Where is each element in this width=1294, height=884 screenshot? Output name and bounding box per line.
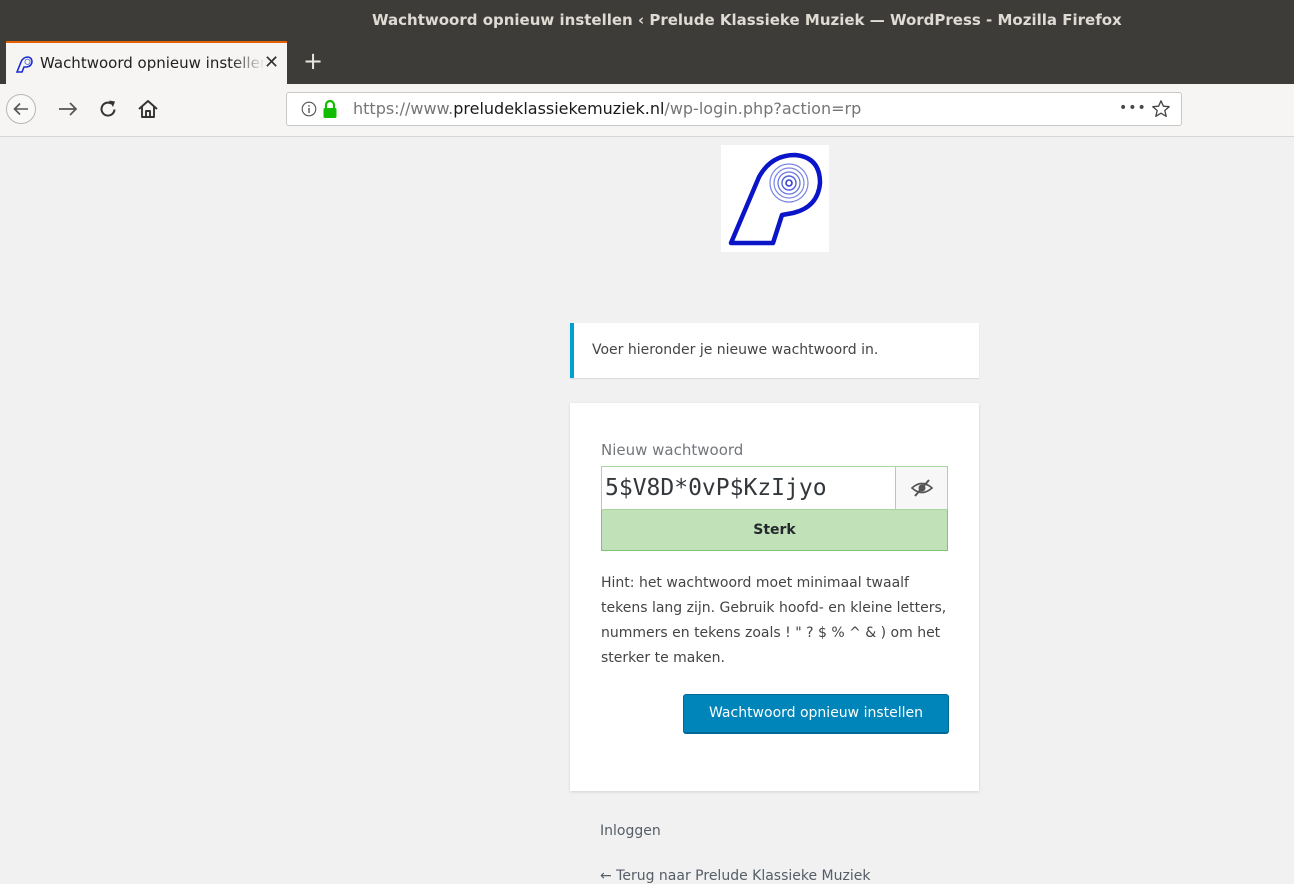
page-actions-icon[interactable]: ••• [1119, 93, 1147, 123]
prelude-logo [728, 152, 823, 246]
back-to-site-link[interactable]: ← Terug naar Prelude Klassieke Muziek [600, 868, 870, 884]
home-icon[interactable] [136, 97, 160, 121]
login-link[interactable]: Inloggen [600, 823, 661, 839]
navigation-toolbar: https://www.preludeklassiekemuziek.nl/wp… [0, 84, 1294, 137]
password-strength-indicator: Sterk [601, 510, 948, 551]
url-path: /wp-login.php?action=rp [664, 99, 862, 118]
message-text: Voer hieronder je nieuwe wachtwoord in. [592, 342, 879, 358]
url-domain: preludeklassiekemuziek.nl [453, 99, 665, 118]
hide-password-button[interactable] [895, 466, 948, 510]
close-icon[interactable]: ✕ [264, 43, 279, 83]
lock-icon[interactable] [321, 99, 339, 119]
tab-title: Wachtwoord opnieuw instellen ‹ Prelude K… [40, 54, 265, 72]
password-hint: Hint: het wachtwoord moet minimaal twaal… [601, 575, 947, 666]
address-bar[interactable]: https://www.preludeklassiekemuziek.nl/wp… [286, 92, 1182, 126]
password-input[interactable]: 5$V8D*0vP$KzIjyo [601, 466, 895, 510]
bookmark-star-icon[interactable] [1151, 99, 1171, 119]
window-title: Wachtwoord opnieuw instellen ‹ Prelude K… [372, 11, 1122, 29]
site-logo[interactable] [721, 145, 829, 252]
forward-arrow-icon[interactable] [56, 97, 80, 121]
info-message: Voer hieronder je nieuwe wachtwoord in. [570, 323, 979, 378]
prelude-logo-icon [15, 56, 33, 73]
password-label: Nieuw wachtwoord [601, 441, 744, 459]
reload-icon[interactable] [96, 97, 120, 121]
back-arrow-icon [13, 102, 28, 116]
info-icon[interactable] [301, 101, 317, 117]
reset-password-form: Nieuw wachtwoord 5$V8D*0vP$KzIjyo Sterk … [570, 403, 979, 791]
new-tab-button[interactable]: + [300, 41, 326, 84]
url-prefix: https://www. [353, 99, 454, 118]
reset-password-button[interactable]: Wachtwoord opnieuw instellen [683, 694, 949, 733]
url-text[interactable]: https://www.preludeklassiekemuziek.nl/wp… [353, 93, 861, 125]
tab-strip: Wachtwoord opnieuw instellen ‹ Prelude K… [0, 41, 1294, 84]
back-button[interactable] [6, 94, 36, 124]
eye-slash-icon [910, 479, 933, 497]
window-titlebar: Wachtwoord opnieuw instellen ‹ Prelude K… [0, 0, 1294, 41]
tab-active[interactable]: Wachtwoord opnieuw instellen ‹ Prelude K… [6, 41, 287, 84]
